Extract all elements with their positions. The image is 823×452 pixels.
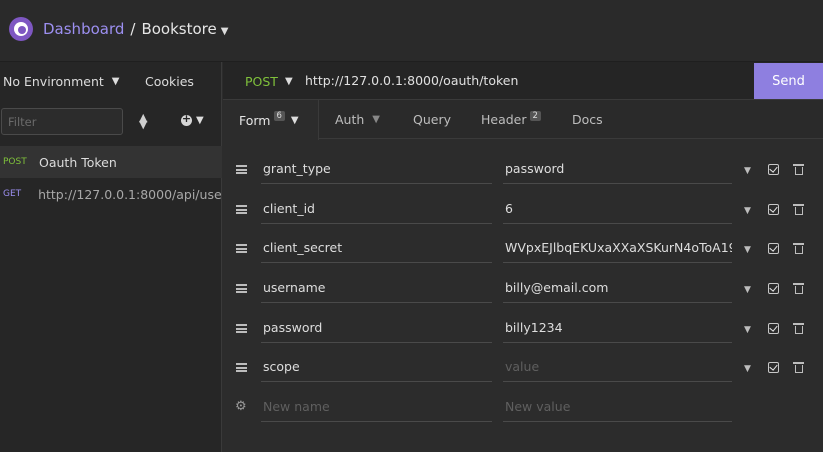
trash-icon[interactable] bbox=[793, 323, 804, 334]
checkbox-icon[interactable] bbox=[768, 164, 779, 175]
checkbox-icon[interactable] bbox=[768, 204, 779, 215]
insomnia-logo-icon bbox=[9, 17, 33, 41]
url-input[interactable]: http://127.0.0.1:8000/oauth/token bbox=[305, 73, 518, 88]
sort-icon[interactable]: ▲ ▼ bbox=[139, 112, 147, 130]
chevron-down-icon[interactable]: ▼ bbox=[744, 245, 751, 255]
checkbox-icon[interactable] bbox=[768, 283, 779, 294]
request-name: Oauth Token bbox=[39, 154, 117, 170]
filter-input[interactable] bbox=[1, 108, 123, 135]
form-row: scope value ▼ bbox=[223, 337, 823, 382]
chevron-down-icon[interactable]: ▼ bbox=[744, 166, 751, 176]
cookies-button[interactable]: Cookies bbox=[145, 74, 194, 89]
top-bar: Dashboard / Bookstore ▼ bbox=[0, 0, 823, 62]
new-name-field[interactable]: New name bbox=[261, 395, 492, 422]
add-request-button[interactable]: ▼ bbox=[181, 112, 204, 126]
chevron-down-icon: ▼ bbox=[284, 76, 293, 87]
header-count-badge: 2 bbox=[529, 110, 541, 121]
filter-row: ▲▼ ▼ bbox=[0, 106, 222, 138]
form-row: username billy@email.com ▼ bbox=[223, 258, 823, 303]
breadcrumb-collection[interactable]: Bookstore ▼ bbox=[141, 20, 228, 38]
form-row: client_secret WVpxEJlbqEKUxaXXaXSKurN4oT… bbox=[223, 218, 823, 263]
checkbox-icon[interactable] bbox=[768, 243, 779, 254]
sidebar: No Environment▼ Cookies ▲▼ ▼ POST Oauth … bbox=[0, 62, 222, 452]
request-item-oauth-token[interactable]: POST Oauth Token bbox=[0, 146, 222, 178]
send-button[interactable]: Send bbox=[754, 63, 823, 99]
tab-form[interactable]: Form 6 ▼ bbox=[223, 100, 319, 140]
tab-header[interactable]: Header 2 bbox=[481, 100, 541, 139]
form-row: password billy1234 ▼ bbox=[223, 298, 823, 343]
drag-handle-icon[interactable] bbox=[236, 165, 247, 174]
method-tag: POST bbox=[3, 157, 27, 167]
trash-icon[interactable] bbox=[793, 243, 804, 254]
checkbox-icon[interactable] bbox=[768, 323, 779, 334]
breadcrumb-separator: / bbox=[130, 20, 136, 38]
url-bar: POST ▼ http://127.0.0.1:8000/oauth/token … bbox=[223, 62, 823, 100]
chevron-down-icon[interactable]: ▼ bbox=[744, 206, 751, 216]
drag-handle-icon[interactable] bbox=[236, 284, 247, 293]
chevron-down-icon[interactable]: ▼ bbox=[744, 325, 751, 335]
environment-dropdown[interactable]: No Environment ▼ bbox=[3, 74, 120, 89]
chevron-down-icon: ▼ bbox=[290, 114, 299, 126]
request-item-api-user[interactable]: GET http://127.0.0.1:8000/api/user bbox=[0, 178, 222, 210]
drag-handle-icon[interactable] bbox=[236, 363, 247, 372]
tab-docs[interactable]: Docs bbox=[572, 100, 603, 139]
environment-row: No Environment ▼ Cookies bbox=[0, 62, 222, 100]
tab-auth[interactable]: Auth ▼ bbox=[335, 100, 380, 139]
breadcrumb-dashboard[interactable]: Dashboard bbox=[43, 20, 124, 38]
drag-handle-icon[interactable] bbox=[236, 205, 247, 214]
trash-icon[interactable] bbox=[793, 204, 804, 215]
method-tag: GET bbox=[3, 189, 22, 199]
chevron-down-icon[interactable]: ▼ bbox=[744, 285, 751, 295]
chevron-down-icon: ▼ bbox=[196, 115, 204, 126]
method-dropdown[interactable]: POST ▼ bbox=[245, 74, 293, 89]
chevron-down-icon: ▼ bbox=[111, 76, 120, 87]
chevron-down-icon: ▼ bbox=[220, 26, 229, 37]
trash-icon[interactable] bbox=[793, 164, 804, 175]
request-tabs: Form 6 ▼ Auth ▼ Query Header 2 Docs bbox=[223, 100, 823, 140]
tab-query[interactable]: Query bbox=[413, 100, 451, 139]
gear-icon: ⚙ bbox=[235, 399, 247, 414]
chevron-down-icon[interactable]: ▼ bbox=[744, 364, 751, 374]
trash-icon[interactable] bbox=[793, 283, 804, 294]
drag-handle-icon[interactable] bbox=[236, 244, 247, 253]
plus-circle-icon bbox=[181, 112, 192, 126]
chevron-down-icon: ▼ bbox=[372, 114, 380, 125]
breadcrumb: Dashboard / Bookstore ▼ bbox=[43, 20, 228, 38]
form-count-badge: 6 bbox=[273, 111, 285, 121]
new-param-row: ⚙ New name New value bbox=[223, 377, 823, 422]
new-value-field[interactable]: New value bbox=[503, 395, 732, 422]
form-row: grant_type password ▼ bbox=[223, 139, 823, 184]
drag-handle-icon[interactable] bbox=[236, 324, 247, 333]
trash-icon[interactable] bbox=[793, 362, 804, 373]
checkbox-icon[interactable] bbox=[768, 362, 779, 373]
request-name: http://127.0.0.1:8000/api/user bbox=[38, 186, 222, 202]
form-row: client_id 6 ▼ bbox=[223, 179, 823, 224]
